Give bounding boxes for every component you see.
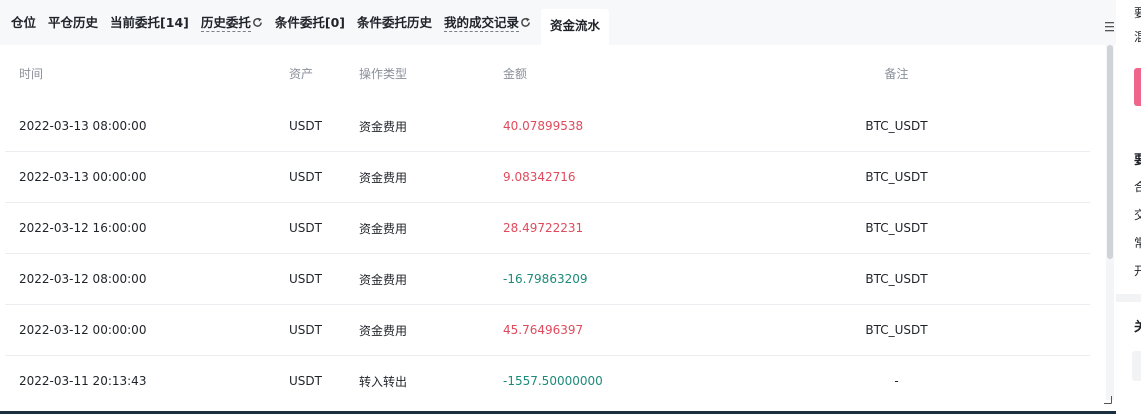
header-amount: 金额 — [503, 66, 528, 81]
positions-panel: 仓位 平仓历史 当前委托[14] 历史委托 条件委托[0] 条件委托历史 我的成交记录 资金流… — [0, 0, 1116, 414]
tab-item[interactable]: 平仓历史 — [42, 6, 104, 40]
cell-time: 2022-03-12 00:00:00 — [19, 323, 147, 337]
side-input[interactable] — [1132, 351, 1141, 381]
cell-note: BTC_USDT — [865, 272, 928, 286]
tab-bar: 仓位 平仓历史 当前委托[14] 历史委托 条件委托[0] 条件委托历史 我的成交记录 资金流… — [0, 0, 1116, 45]
menu-icon[interactable] — [1105, 22, 1114, 32]
cell-note: BTC_USDT — [865, 323, 928, 337]
table-row: 2022-03-11 20:13:43 USDT 转入转出 -1557.5000000… — [5, 356, 1090, 406]
table-row: 2022-03-12 16:00:00 USDT 资金费用 28.49722231 BT… — [5, 203, 1090, 254]
cell-asset: USDT — [289, 374, 322, 388]
cell-asset: USDT — [289, 272, 322, 286]
tab-label: 仓位 — [11, 15, 37, 30]
cell-amount: -16.79863209 — [503, 272, 588, 286]
cell-time: 2022-03-12 16:00:00 — [19, 221, 147, 235]
tab-label: 平仓历史 — [48, 15, 99, 30]
side-text: 开 — [1134, 264, 1141, 278]
cell-time: 2022-03-11 20:13:43 — [19, 374, 147, 388]
side-text: 合 — [1134, 180, 1141, 194]
cell-note: BTC_USDT — [865, 119, 928, 133]
side-text: 混 — [1134, 30, 1141, 44]
tab-item[interactable]: 当前委托[14] — [104, 6, 195, 40]
tab-item[interactable]: 历史委托 — [195, 6, 269, 40]
tab-label: 历史委托 — [200, 15, 251, 32]
header-note: 备注 — [884, 66, 909, 81]
cell-asset: USDT — [289, 221, 322, 235]
table-row: 2022-03-12 08:00:00 USDT 资金费用 -16.79863209 B… — [5, 254, 1090, 305]
cell-type: 资金费用 — [359, 221, 408, 236]
tab-label: 条件委托历史 — [357, 15, 433, 30]
cell-amount: 45.76496397 — [503, 323, 584, 337]
scrollbar-thumb[interactable] — [1107, 45, 1113, 259]
side-card-middle: 要 合 交 常 开 — [1116, 132, 1141, 294]
cell-amount: 28.49722231 — [503, 221, 584, 235]
cell-type: 转入转出 — [359, 374, 408, 389]
header-time: 时间 — [19, 66, 44, 81]
cell-note: - — [894, 374, 899, 388]
tab-label: 条件委托[0] — [274, 15, 345, 30]
cell-asset: USDT — [289, 323, 322, 337]
right-side-panel: 要 混 要 合 交 常 开 关 — [1116, 0, 1141, 414]
refresh-icon[interactable] — [252, 17, 263, 28]
table-header: 时间 资产 操作类型 金额 备注 — [5, 45, 1090, 101]
tab-label: 我的成交记录 — [444, 15, 520, 32]
cell-asset: USDT — [289, 119, 322, 133]
cell-time: 2022-03-13 08:00:00 — [19, 119, 147, 133]
refresh-icon[interactable] — [520, 17, 531, 28]
side-title: 要 — [1134, 153, 1141, 168]
vertical-scrollbar[interactable] — [1106, 45, 1114, 400]
cell-asset: USDT — [289, 170, 322, 184]
tab-item[interactable]: 仓位 — [0, 6, 42, 40]
cell-amount: 9.08342716 — [503, 170, 576, 184]
tab-item[interactable]: 资金流水 — [541, 9, 610, 45]
tab-item[interactable]: 条件委托[0] — [269, 6, 351, 40]
table-row: 2022-03-12 00:00:00 USDT 资金费用 45.76496397 BT… — [5, 305, 1090, 356]
cell-amount: -1557.50000000 — [503, 374, 603, 388]
tab-label: 资金流水 — [550, 18, 601, 33]
tab-item[interactable]: 条件委托历史 — [351, 6, 438, 40]
action-button[interactable] — [1134, 68, 1141, 106]
cell-type: 资金费用 — [359, 170, 408, 185]
side-text: 要 — [1134, 6, 1141, 20]
cell-note: BTC_USDT — [865, 221, 928, 235]
resize-icon[interactable] — [1103, 395, 1112, 404]
header-asset: 资产 — [289, 66, 314, 81]
side-text: 常 — [1134, 236, 1141, 250]
table-row: 2022-03-13 08:00:00 USDT 资金费用 40.07899538 BT… — [5, 101, 1090, 152]
table-row: 2022-03-13 00:00:00 USDT 资金费用 9.08342716 BTC… — [5, 152, 1090, 203]
header-type: 操作类型 — [359, 66, 408, 81]
side-card-top: 要 混 — [1116, 0, 1141, 150]
side-title: 关 — [1134, 320, 1141, 335]
cell-type: 资金费用 — [359, 323, 408, 338]
cell-type: 资金费用 — [359, 272, 408, 287]
funding-flow-table: 时间 资产 操作类型 金额 备注 2022-03-13 08:00:00 USDT… — [5, 45, 1090, 406]
table-body: 2022-03-13 08:00:00 USDT 资金费用 40.07899538 BT… — [5, 101, 1090, 406]
cell-amount: 40.07899538 — [503, 119, 584, 133]
side-text: 交 — [1134, 208, 1141, 222]
cell-type: 资金费用 — [359, 119, 408, 134]
cell-time: 2022-03-12 08:00:00 — [19, 272, 147, 286]
cell-time: 2022-03-13 00:00:00 — [19, 170, 147, 184]
cell-note: BTC_USDT — [865, 170, 928, 184]
tab-label: 当前委托[14] — [110, 15, 189, 30]
tab-item[interactable]: 我的成交记录 — [438, 6, 537, 40]
